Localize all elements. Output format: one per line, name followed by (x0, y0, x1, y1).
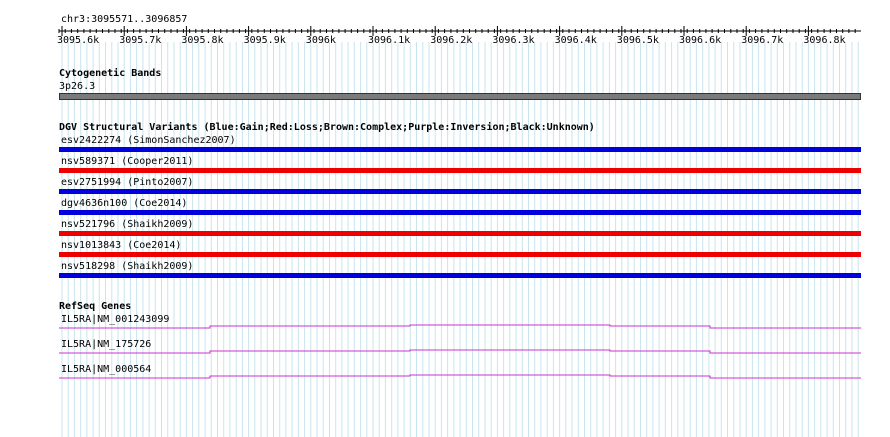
variant-label[interactable]: nsv589371 (Cooper2011) (61, 156, 193, 168)
dgv-track-title[interactable]: DGV Structural Variants (Blue:Gain;Red:L… (59, 122, 595, 134)
variant-bar[interactable] (59, 189, 861, 194)
ruler-tick-label: 3095.6k (57, 35, 100, 46)
variant-bar[interactable] (59, 168, 861, 173)
ruler-title: chr3:3095571..3096857 (61, 14, 188, 25)
ruler-tick-label: 3095.9k (243, 35, 286, 46)
genome-browser-view: chr3:3095571..3096857 3095.6k 3095.7k 3095… (0, 0, 890, 437)
variant-bar[interactable] (59, 273, 861, 278)
variant-bar[interactable] (59, 252, 861, 257)
variant-bar[interactable] (59, 147, 861, 152)
cytoband-label: 3p26.3 (59, 81, 96, 92)
ruler-tick-label: 3096.3k (492, 35, 535, 46)
gene-label[interactable]: IL5RA|NM_175726 (61, 339, 151, 351)
refseq-track-title[interactable]: RefSeq Genes (59, 301, 131, 313)
ruler-tick-label: 3096.6k (679, 35, 722, 46)
variant-bar[interactable] (59, 210, 861, 215)
gene-label[interactable]: IL5RA|NM_000564 (61, 364, 151, 376)
ruler-tick-label: 3096.1k (368, 35, 411, 46)
ruler-tick-label: 3096.8k (803, 35, 846, 46)
ruler-tick-label: 3095.8k (181, 35, 224, 46)
gene-label[interactable]: IL5RA|NM_001243099 (61, 314, 169, 326)
variant-label[interactable]: nsv1013843 (Coe2014) (61, 240, 181, 252)
ruler-tick-label: 3096.4k (554, 35, 597, 46)
cytoband-bar[interactable] (59, 93, 861, 100)
ruler-tick-label: 3096.2k (430, 35, 473, 46)
ruler-tick-label: 3096.5k (616, 35, 659, 46)
cytoband-track-title[interactable]: Cytogenetic Bands (59, 68, 161, 80)
variant-label[interactable]: esv2751994 (Pinto2007) (61, 177, 193, 189)
variant-label[interactable]: nsv518298 (Shaikh2009) (61, 261, 193, 273)
ruler-tick-label: 3096k (305, 35, 336, 46)
ruler-tick-label: 3096.7k (741, 35, 784, 46)
variant-label[interactable]: esv2422274 (SimonSanchez2007) (61, 135, 236, 147)
variant-bar[interactable] (59, 231, 861, 236)
ruler-tick-label: 3095.7k (119, 35, 162, 46)
variant-label[interactable]: dgv4636n100 (Coe2014) (61, 198, 187, 210)
variant-label[interactable]: nsv521796 (Shaikh2009) (61, 219, 193, 231)
